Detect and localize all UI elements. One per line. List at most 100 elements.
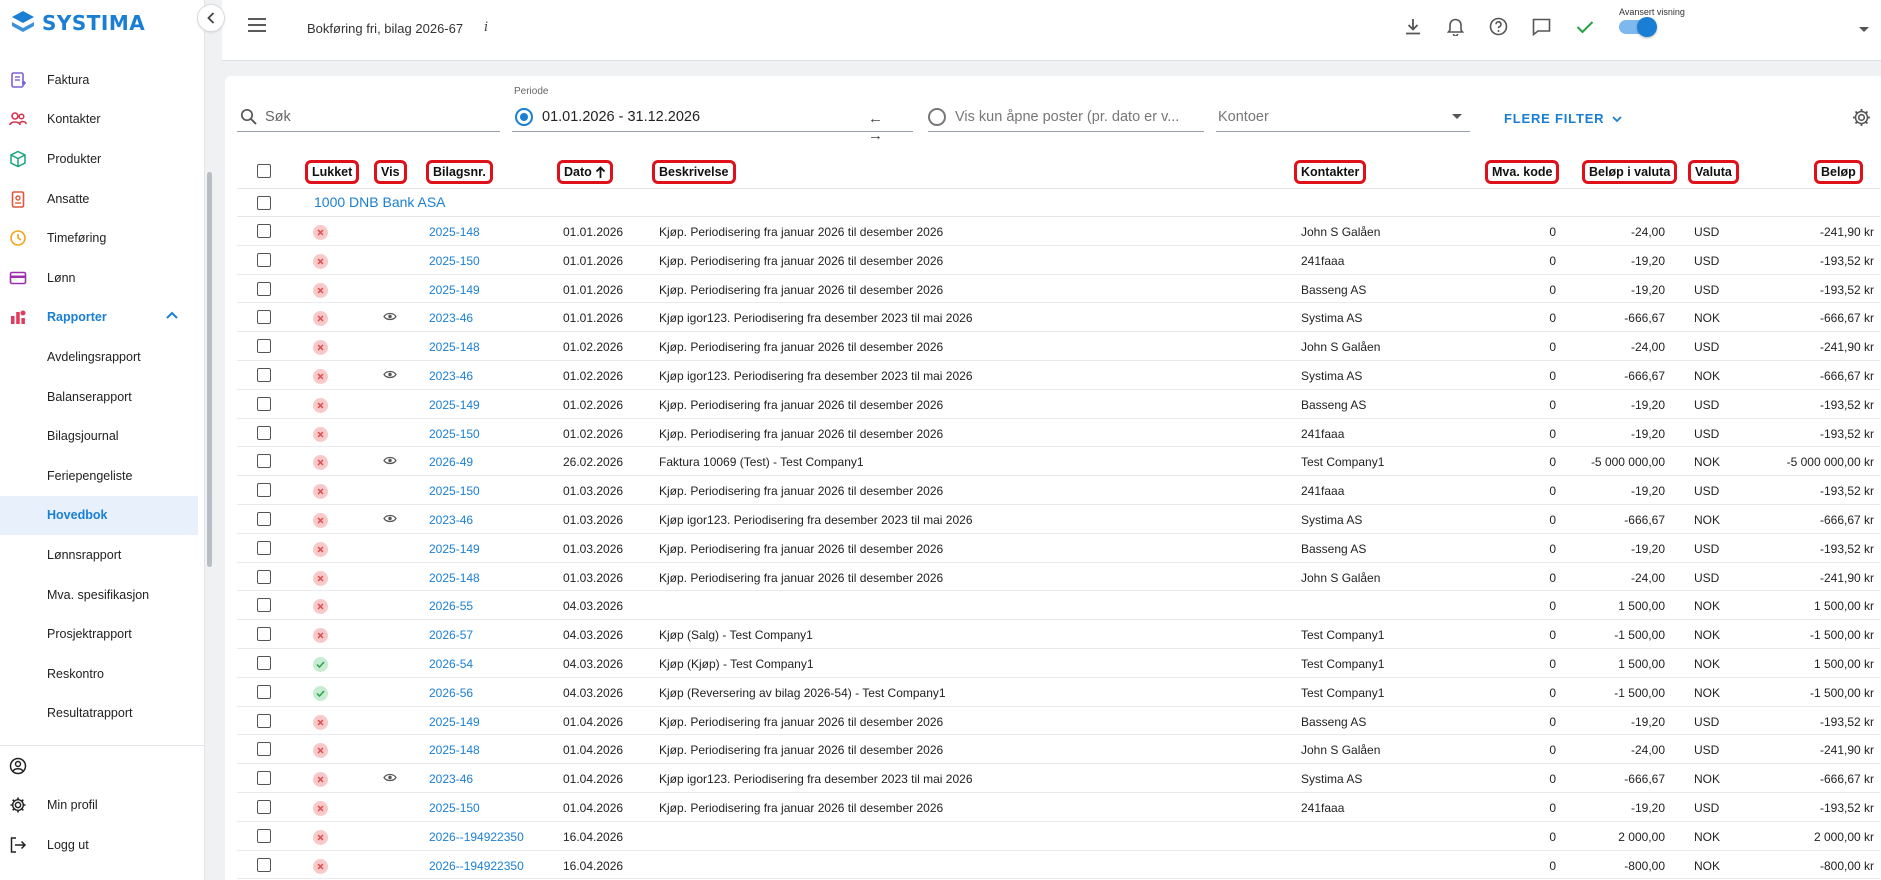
select-all-checkbox[interactable] [257, 164, 271, 178]
row-checkbox[interactable] [257, 339, 271, 354]
column-header-beskrivelse[interactable]: Beskrivelse [652, 160, 736, 184]
bilag-link[interactable]: 2025-150 [429, 484, 480, 498]
eye-icon[interactable] [383, 773, 397, 782]
row-checkbox[interactable] [257, 454, 271, 469]
table-row[interactable]: 2023-46 01.03.2026 Kjøp igor123. Periodise… [237, 505, 1880, 534]
row-checkbox[interactable] [257, 483, 271, 498]
row-checkbox[interactable] [257, 800, 271, 814]
group-checkbox[interactable] [257, 196, 271, 210]
table-row[interactable]: 2026--194922350 16.04.2026 0 -800,00 NOK -800… [237, 851, 1880, 880]
column-header-lukket[interactable]: Lukket [305, 160, 360, 184]
table-row[interactable]: 2026-55 04.03.2026 0 1 500,00 NOK 1 500,00 kr [237, 591, 1880, 621]
sidebar-subitem-prosjektrapport[interactable]: Prosjektrapport [0, 614, 198, 654]
bilag-link[interactable]: 2025-148 [429, 340, 480, 354]
sidebar-subitem-avdelingsrapport[interactable]: Avdelingsrapport [0, 337, 198, 377]
bilag-link[interactable]: 2026-56 [429, 686, 473, 700]
sidebar-subitem-feriepengeliste[interactable]: Feriepengeliste [0, 456, 198, 496]
table-row[interactable]: 2025-148 01.01.2026 Kjøp. Periodisering fr… [237, 217, 1880, 246]
column-header-mva-kode[interactable]: Mva. kode [1485, 160, 1560, 184]
row-checkbox[interactable] [257, 656, 271, 670]
sidebar-scrollbar[interactable] [207, 172, 212, 567]
row-checkbox[interactable] [257, 598, 271, 613]
table-settings-gear-icon[interactable] [1852, 108, 1871, 127]
sidebar-subitem-resultatrapport[interactable]: Resultatrapport [0, 694, 198, 734]
periode-radio[interactable] [515, 108, 533, 126]
column-header-dato[interactable]: Dato [557, 160, 613, 184]
check-icon[interactable] [1574, 16, 1595, 37]
sidebar-item-account[interactable] [0, 746, 205, 786]
row-checkbox[interactable] [257, 396, 271, 411]
bilag-link[interactable]: 2025-150 [429, 427, 480, 441]
bilag-link[interactable]: 2025-150 [429, 254, 480, 268]
table-row[interactable]: 2026-49 26.02.2026 Faktura 10069 (Test) - … [237, 447, 1880, 477]
table-row[interactable]: 2025-148 01.03.2026 Kjøp. Periodisering fr… [237, 563, 1880, 592]
sidebar-item-faktura[interactable]: Faktura [0, 60, 198, 100]
eye-icon[interactable] [383, 370, 397, 379]
bilag-link[interactable]: 2025-150 [429, 801, 480, 815]
bilag-link[interactable]: 2023-46 [429, 311, 473, 325]
bilag-link[interactable]: 2025-148 [429, 571, 480, 585]
eye-icon[interactable] [383, 312, 397, 321]
logo[interactable]: SYSTIMA [10, 10, 145, 36]
row-checkbox[interactable] [257, 252, 271, 267]
table-row[interactable]: 2025-149 01.01.2026 Kjøp. Periodisering fr… [237, 275, 1880, 304]
info-icon[interactable]: i [484, 20, 488, 35]
table-row[interactable]: 2025-150 01.01.2026 Kjøp. Periodisering fr… [237, 246, 1880, 275]
sidebar-item-min-profil[interactable]: Min profil [0, 786, 205, 826]
bilag-link[interactable]: 2025-148 [429, 743, 480, 757]
bilag-link[interactable]: 2023-46 [429, 772, 473, 786]
open-posts-radio[interactable] [928, 108, 946, 126]
row-checkbox[interactable] [257, 281, 271, 296]
advanced-view-toggle[interactable] [1619, 17, 1657, 37]
kontoer-select[interactable]: Kontoer [1216, 104, 1470, 132]
bilag-link[interactable]: 2026-57 [429, 628, 473, 642]
sidebar-subitem-lonnsrapport[interactable]: Lønnsrapport [0, 535, 198, 575]
bilag-link[interactable]: 2025-149 [429, 398, 480, 412]
bilag-link[interactable]: 2026--194922350 [429, 830, 524, 844]
table-row[interactable]: 2026-57 04.03.2026 Kjøp (Salg) - Test Comp… [237, 620, 1880, 649]
row-checkbox[interactable] [257, 425, 271, 440]
row-checkbox[interactable] [257, 512, 271, 526]
table-row[interactable]: 2025-150 01.03.2026 Kjøp. Periodisering fr… [237, 476, 1880, 505]
sidebar-item-kontakter[interactable]: Kontakter [0, 100, 198, 140]
table-row[interactable]: 2025-148 01.02.2026 Kjøp. Periodisering fr… [237, 332, 1880, 361]
row-checkbox[interactable] [257, 569, 271, 584]
row-checkbox[interactable] [257, 627, 271, 642]
table-row[interactable]: 2026-56 04.03.2026 Kjøp (Reversering av bi… [237, 678, 1880, 707]
table-row[interactable]: 2025-149 01.04.2026 Kjøp. Periodisering fr… [237, 707, 1880, 736]
account-group-name[interactable]: 1000 DNB Bank ASA [314, 194, 446, 210]
sidebar-subitem-balanserapport[interactable]: Balanserapport [0, 377, 198, 417]
menu-icon[interactable] [248, 18, 266, 32]
row-checkbox[interactable] [257, 713, 271, 728]
row-checkbox[interactable] [257, 310, 271, 325]
collapse-sidebar-button[interactable] [197, 4, 225, 32]
table-row[interactable]: 2025-150 01.04.2026 Kjøp. Periodisering fr… [237, 793, 1880, 822]
column-header-valuta[interactable]: Valuta [1688, 160, 1739, 184]
periode-nav-arrows[interactable]: ← → [868, 110, 913, 144]
column-header-belop-i-valuta[interactable]: Beløp i valuta [1582, 160, 1678, 184]
sidebar-item-timeforing[interactable]: Timeføring [0, 218, 198, 258]
sidebar-item-logg-ut[interactable]: Logg ut [0, 825, 205, 865]
bilag-link[interactable]: 2026-54 [429, 657, 473, 671]
bilag-link[interactable]: 2025-149 [429, 715, 480, 729]
bilag-link[interactable]: 2025-148 [429, 225, 480, 239]
sidebar-item-ansatte[interactable]: Ansatte [0, 179, 198, 219]
row-checkbox[interactable] [257, 540, 271, 555]
bilag-link[interactable]: 2026-49 [429, 455, 473, 469]
sidebar-subitem-hovedbok[interactable]: Hovedbok [0, 495, 198, 536]
table-row[interactable]: 2023-46 01.04.2026 Kjøp igor123. Periodise… [237, 764, 1880, 793]
user-menu-caret-icon[interactable] [1859, 27, 1869, 32]
column-header-kontakter[interactable]: Kontakter [1294, 160, 1367, 184]
column-header-belop[interactable]: Beløp [1814, 160, 1863, 184]
row-checkbox[interactable] [257, 742, 271, 757]
sidebar-item-produkter[interactable]: Produkter [0, 139, 198, 179]
bilag-link[interactable]: 2025-149 [429, 283, 480, 297]
periode-field[interactable]: Periode 01.01.2026 - 31.12.2026 ← → [512, 86, 913, 144]
help-icon[interactable] [1488, 16, 1509, 37]
bilag-link[interactable]: 2025-149 [429, 542, 480, 556]
table-row[interactable]: 2025-148 01.04.2026 Kjøp. Periodisering fr… [237, 735, 1880, 765]
more-filters-button[interactable]: FLERE FILTER [1504, 111, 1622, 126]
column-header-vis[interactable]: Vis [374, 160, 407, 184]
eye-icon[interactable] [383, 514, 397, 523]
column-header-bilagsnr[interactable]: Bilagsnr. [426, 160, 493, 184]
